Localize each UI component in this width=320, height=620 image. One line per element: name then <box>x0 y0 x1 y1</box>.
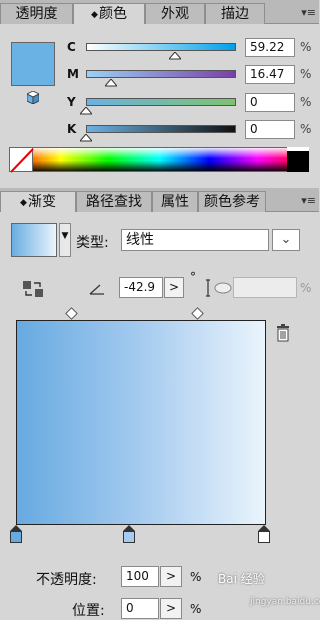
tab-transparency-label: 透明度 <box>15 6 58 22</box>
tab-stroke-label: 描边 <box>221 6 249 22</box>
tab-pathfinder-label: 路径查找 <box>86 194 142 210</box>
slider-row-k: K 0 % <box>0 120 319 142</box>
channel-y-input[interactable]: 0 <box>245 93 295 112</box>
channel-m-input[interactable]: 16.47 <box>245 65 295 84</box>
slider-row-m: M 16.47 % <box>0 65 319 87</box>
tab-appearance[interactable]: 外观 <box>145 3 205 24</box>
tab-attributes[interactable]: 属性 <box>152 191 198 212</box>
opacity-label: 不透明度: <box>36 572 97 588</box>
channel-c-thumb[interactable] <box>169 52 181 60</box>
watermark-url: jingyan.baidu.com <box>250 597 320 607</box>
tab-color[interactable]: ◆颜色 <box>73 3 145 25</box>
triangle-down-icon: ▼ <box>61 231 69 241</box>
slider-row-c: C 59.22 % <box>0 38 319 60</box>
tab-transparency[interactable]: 透明度 <box>0 3 73 24</box>
channel-y-thumb[interactable] <box>80 107 92 115</box>
black-swatch[interactable] <box>287 151 309 172</box>
channel-k-unit: % <box>300 122 312 136</box>
tab-toggle-icon: ◆ <box>20 198 27 208</box>
channel-k-input[interactable]: 0 <box>245 120 295 139</box>
reverse-gradient-icon[interactable] <box>22 278 44 300</box>
color-panel: C 59.22 % M 16.47 % Y 0 % K 0 % <box>0 24 319 180</box>
channel-m-label: M <box>67 67 79 81</box>
channel-y-unit: % <box>300 95 312 109</box>
gradient-midpoint-diamond[interactable] <box>191 307 204 320</box>
tab-color-guide[interactable]: 颜色参考 <box>198 191 266 212</box>
tab-pathfinder[interactable]: 路径查找 <box>76 191 152 212</box>
gradient-stop-middle[interactable] <box>123 525 135 543</box>
tab-toggle-icon: ◆ <box>91 10 98 20</box>
angle-icon <box>89 284 104 295</box>
channel-c-label: C <box>67 40 76 54</box>
angle-unit: ° <box>190 270 196 284</box>
position-label: 位置: <box>72 603 105 619</box>
tab-color-guide-label: 颜色参考 <box>204 194 260 210</box>
gradient-panel-tabbar: ◆渐变 路径查找 属性 颜色参考 ▾≡ <box>0 188 319 213</box>
angle-input[interactable]: -42.9 <box>119 277 163 298</box>
gradient-panel: ▼ 类型: 线性 ⌄ -42.9 > ° % 不透明度: 100 > % 位置:… <box>0 212 319 619</box>
tab-stroke[interactable]: 描边 <box>205 3 265 24</box>
watermark-logo: Bai 经验 <box>218 572 265 586</box>
aspect-unit: % <box>300 281 312 295</box>
tab-appearance-label: 外观 <box>161 6 189 22</box>
chevron-right-icon: > <box>168 280 180 294</box>
gradient-preview-swatch[interactable] <box>11 223 57 257</box>
opacity-unit: % <box>190 570 202 584</box>
channel-k-label: K <box>67 122 77 136</box>
tab-attributes-label: 属性 <box>161 194 189 210</box>
angle-dropdown-button[interactable]: > <box>164 277 184 298</box>
chevron-right-icon: > <box>165 601 177 615</box>
panel-menu-icon[interactable]: ▾≡ <box>301 6 316 19</box>
gradient-slider-preview[interactable] <box>16 320 266 525</box>
trash-icon[interactable] <box>276 324 290 342</box>
channel-k-thumb[interactable] <box>80 134 92 142</box>
gradient-stop-end[interactable] <box>258 525 270 543</box>
gradient-stop-start[interactable] <box>10 525 22 543</box>
tab-gradient[interactable]: ◆渐变 <box>0 191 76 213</box>
chevron-right-icon: > <box>165 569 177 583</box>
opacity-input[interactable]: 100 <box>121 566 159 587</box>
gradient-type-dropdown-button[interactable]: ⌄ <box>272 229 300 251</box>
tab-gradient-label: 渐变 <box>27 194 56 210</box>
channel-m-unit: % <box>300 67 312 81</box>
channel-m-track[interactable] <box>86 70 236 78</box>
color-panel-tabbar: 透明度 ◆颜色 外观 描边 ▾≡ <box>0 0 319 25</box>
none-slash-icon <box>10 148 34 173</box>
channel-m-thumb[interactable] <box>105 79 117 87</box>
channel-k-track[interactable] <box>86 125 236 133</box>
channel-y-label: Y <box>67 95 76 109</box>
gradient-swatch-dropdown[interactable]: ▼ <box>59 223 71 257</box>
gradient-type-select[interactable]: 线性 <box>121 229 269 251</box>
channel-c-track[interactable] <box>86 43 236 51</box>
aspect-ratio-input[interactable] <box>233 277 297 298</box>
panel-menu-icon[interactable]: ▾≡ <box>301 194 316 207</box>
position-unit: % <box>190 602 202 616</box>
tab-color-label: 颜色 <box>98 6 127 22</box>
type-label: 类型: <box>76 235 109 251</box>
aspect-ratio-icon <box>206 279 232 297</box>
channel-c-unit: % <box>300 40 312 54</box>
channel-c-input[interactable]: 59.22 <box>245 38 295 57</box>
color-spectrum-bar[interactable] <box>9 147 309 172</box>
none-color-swatch[interactable] <box>9 147 34 173</box>
chevron-down-icon: ⌄ <box>280 232 292 247</box>
channel-y-track[interactable] <box>86 98 236 106</box>
opacity-dropdown-button[interactable]: > <box>160 566 182 587</box>
gradient-midpoint-diamond[interactable] <box>65 307 78 320</box>
slider-row-y: Y 0 % <box>0 93 319 115</box>
